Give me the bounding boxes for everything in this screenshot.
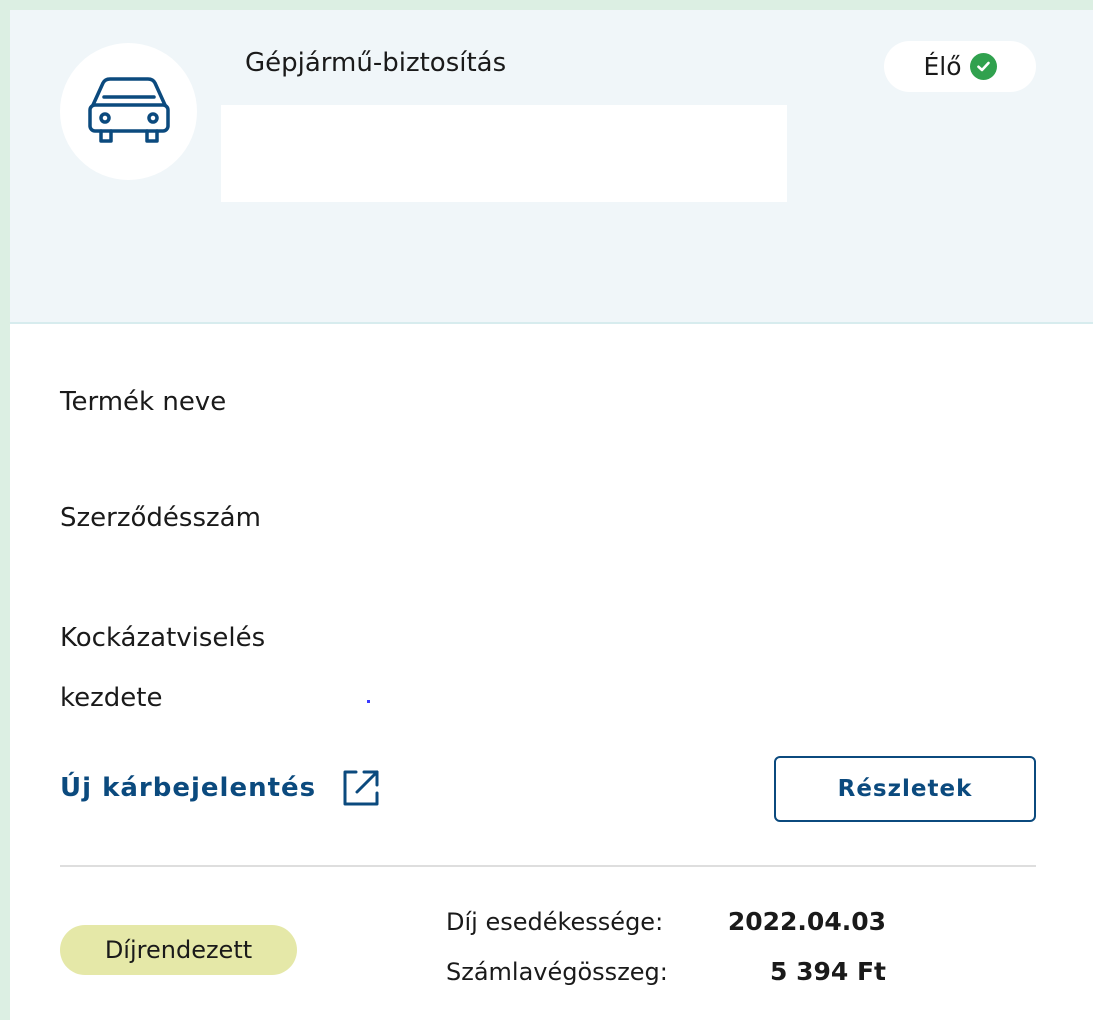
car-icon: [88, 77, 170, 143]
divider: [60, 865, 1036, 867]
stray-dot: [367, 700, 370, 703]
due-date-value: 2022.04.03: [727, 907, 886, 936]
new-claim-link[interactable]: Új kárbejelentés: [60, 768, 380, 808]
policy-card: Gépjármű-biztosítás Élő Termék neve Szer…: [10, 10, 1093, 1020]
field-contract-number-label: Szerződésszám: [60, 503, 261, 533]
status-badge: Élő: [884, 41, 1036, 92]
details-button[interactable]: Részletek: [774, 756, 1036, 822]
field-product-name-label: Termék neve: [60, 387, 227, 417]
check-circle-icon: [969, 53, 997, 80]
invoice-total-label: Számlavégösszeg:: [446, 958, 668, 986]
due-date-label: Díj esedékessége:: [446, 908, 664, 936]
new-claim-label: Új kárbejelentés: [60, 773, 317, 803]
policy-type-title: Gépjármű-biztosítás: [245, 48, 507, 78]
policy-header: Gépjármű-biztosítás Élő: [10, 10, 1093, 324]
payment-status-badge: Díjrendezett: [60, 925, 297, 975]
redacted-policy-details: [221, 105, 787, 202]
status-label: Élő: [923, 52, 962, 81]
policy-avatar: [60, 43, 197, 180]
field-coverage-start-label: Kockázatviselés kezdete: [60, 623, 266, 713]
external-link-icon: [343, 770, 379, 806]
invoice-total-value: 5 394 Ft: [769, 957, 886, 986]
